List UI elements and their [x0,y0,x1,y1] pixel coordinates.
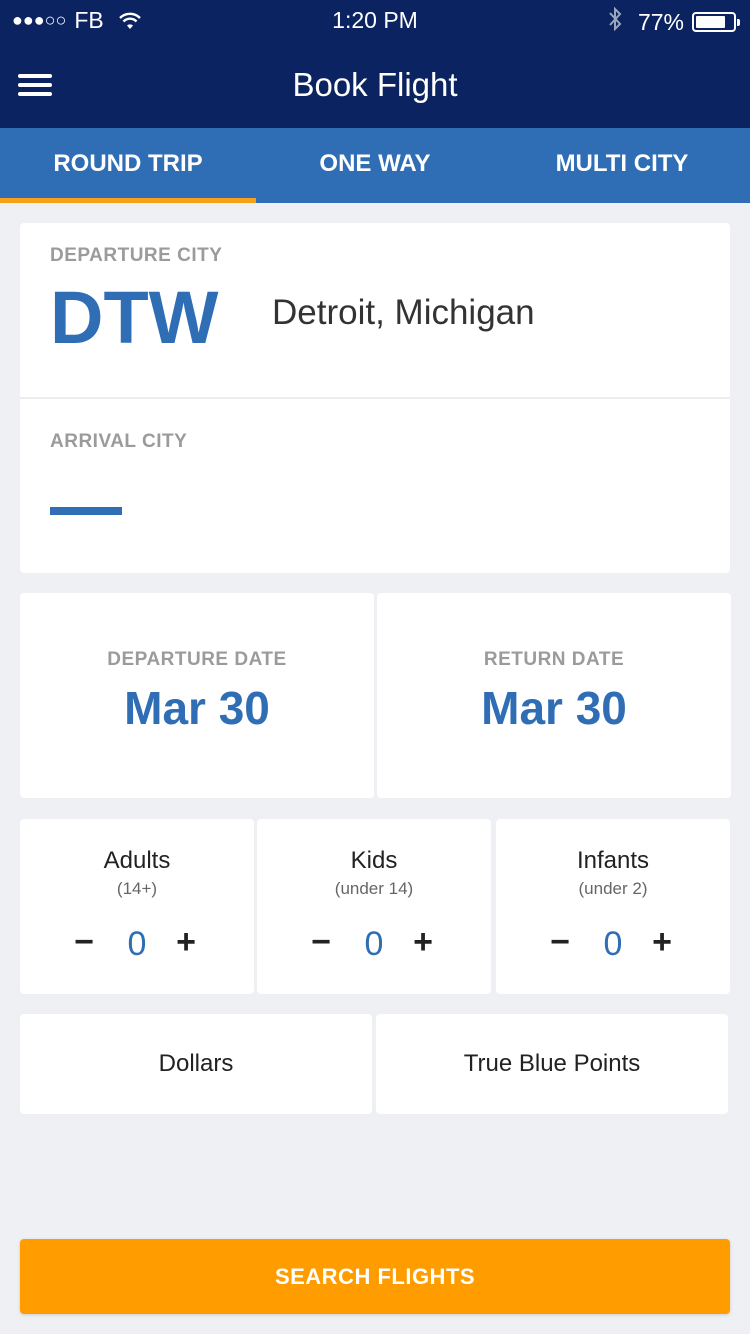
city-selection-card: DEPARTURE CITY DTW Detroit, Michigan ARR… [20,223,730,573]
kids-increment-button[interactable]: + [403,919,443,967]
departure-date-label: DEPARTURE DATE [107,649,287,670]
adults-decrement-button[interactable]: − [64,919,104,967]
adults-age-range: (14+) [116,879,158,898]
arrival-empty-placeholder [50,507,122,515]
departure-date-field[interactable]: DEPARTURE DATE Mar 30 [20,593,374,798]
tab-one-way[interactable]: ONE WAY [256,128,494,203]
departure-city-name: Detroit, Michigan [272,293,535,332]
adults-passenger-card: Adults (14+) − 0 + [20,819,254,994]
adults-count: 0 [127,925,147,963]
infants-increment-button[interactable]: + [642,919,682,967]
departure-date-value: Mar 30 [124,682,270,734]
search-flights-button[interactable]: SEARCH FLIGHTS [20,1239,730,1314]
navigation-bar: Book Flight [0,40,750,128]
pay-with-points-button[interactable]: True Blue Points [376,1014,728,1114]
trip-type-tabs: ROUND TRIP ONE WAY MULTI CITY [0,128,750,203]
infants-stepper: − 0 + [496,919,730,967]
tab-multi-city[interactable]: MULTI CITY [494,128,750,203]
pay-with-dollars-button[interactable]: Dollars [20,1014,372,1114]
infants-count: 0 [603,925,623,963]
status-bar: ●●●○○ FB 1:20 PM 77% [0,0,750,40]
kids-passenger-card: Kids (under 14) − 0 + [257,819,491,994]
infants-passenger-card: Infants (under 2) − 0 + [496,819,730,994]
battery-percent: 77% [637,8,684,35]
return-date-field[interactable]: RETURN DATE Mar 30 [377,593,731,798]
battery-icon [692,12,740,32]
infants-title: Infants [576,847,650,874]
bluetooth-icon [608,6,622,37]
departure-city-label: DEPARTURE CITY [50,245,223,266]
kids-stepper: − 0 + [257,919,491,967]
departure-airport-code: DTW [50,276,219,359]
return-date-label: RETURN DATE [483,649,625,670]
kids-count: 0 [364,925,384,963]
kids-decrement-button[interactable]: − [301,919,341,967]
tab-round-trip[interactable]: ROUND TRIP [0,128,256,203]
adults-stepper: − 0 + [20,919,254,967]
adults-increment-button[interactable]: + [166,919,206,967]
kids-title: Kids [350,847,398,874]
departure-city-field[interactable]: DEPARTURE CITY DTW Detroit, Michigan [20,223,730,397]
arrival-city-label: ARRIVAL CITY [50,431,188,452]
infants-age-range: (under 2) [578,879,648,898]
infants-decrement-button[interactable]: − [540,919,580,967]
kids-age-range: (under 14) [334,879,414,898]
return-date-value: Mar 30 [481,682,627,734]
arrival-city-field[interactable]: ARRIVAL CITY [20,399,730,573]
adults-title: Adults [103,847,171,874]
page-title: Book Flight [292,66,458,103]
